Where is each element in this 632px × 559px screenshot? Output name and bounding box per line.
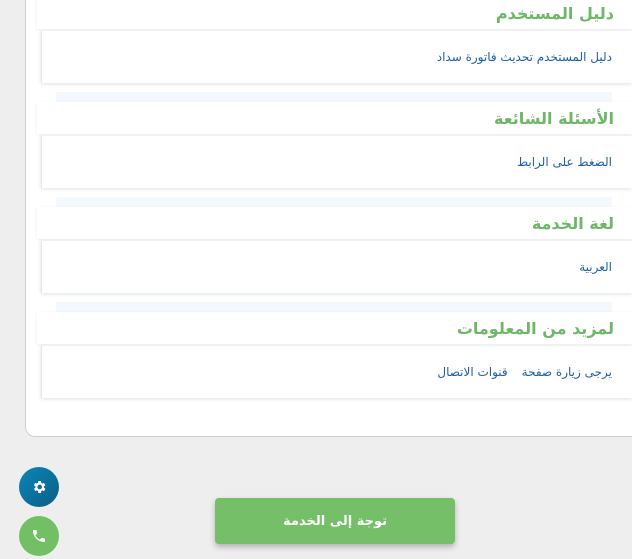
section-title: دليل المستخدم	[495, 3, 614, 23]
section-title: لغة الخدمة	[531, 213, 614, 233]
section-body-more-info: يرجى زيارة صفحة قنوات الاتصال	[41, 346, 632, 398]
section-divider	[56, 302, 612, 312]
go-to-service-button[interactable]: توجة إلى الخدمة	[215, 498, 455, 544]
section-header-language: لغة الخدمة	[37, 207, 632, 239]
settings-button[interactable]	[19, 467, 59, 507]
language-value: العربية	[579, 260, 612, 274]
section-body-faq: الضغط على الرابط	[41, 136, 632, 188]
faq-link[interactable]: الضغط على الرابط	[517, 155, 612, 169]
section-divider	[56, 197, 612, 207]
section-body-user-guide: دليل المستخدم تحديث فاتورة سداد	[41, 31, 632, 83]
section-header-faq: الأسئلة الشائعة	[37, 102, 632, 134]
visit-page-text: يرجى زيارة صفحة	[521, 365, 612, 379]
section-divider	[56, 92, 612, 102]
section-title: الأسئلة الشائعة	[494, 108, 614, 128]
gear-icon	[33, 481, 46, 493]
contact-channels-link[interactable]: قنوات الاتصال	[437, 365, 507, 379]
section-header-user-guide: دليل المستخدم	[37, 0, 632, 29]
user-guide-link[interactable]: دليل المستخدم تحديث فاتورة سداد	[437, 50, 612, 64]
section-title: لمزيد من المعلومات	[456, 318, 614, 338]
section-header-more-info: لمزيد من المعلومات	[37, 312, 632, 344]
phone-icon	[33, 530, 45, 542]
phone-button[interactable]	[19, 516, 59, 556]
section-body-language: العربية	[41, 241, 632, 293]
